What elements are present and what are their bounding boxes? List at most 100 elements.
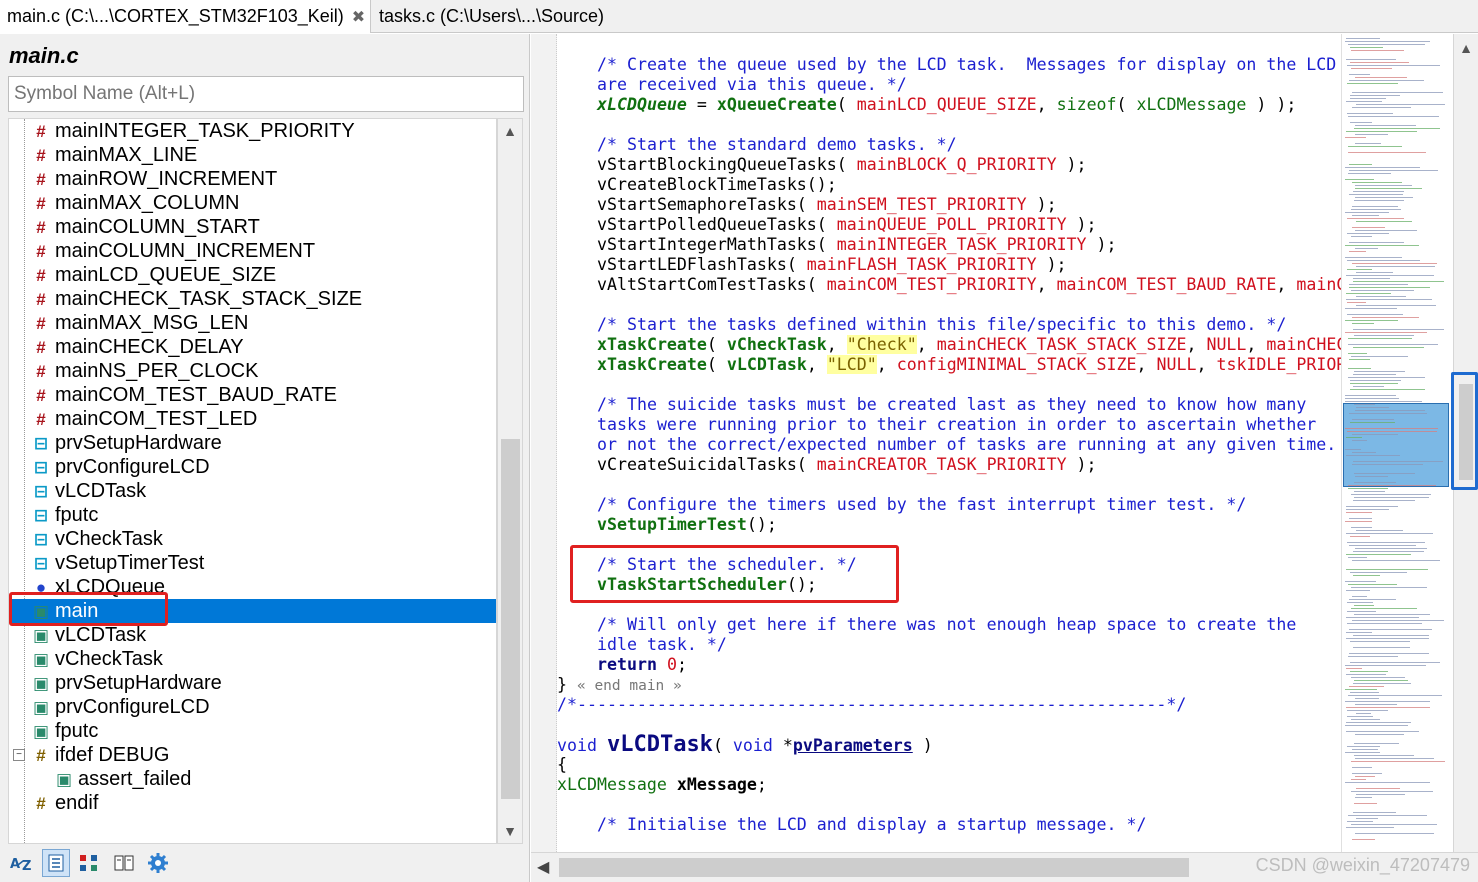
symbol-item[interactable]: ⊟ vSetupTimerTest (9, 551, 496, 575)
scroll-down-icon[interactable]: ▼ (498, 823, 522, 839)
minimap-line (1353, 683, 1411, 685)
minimap-line (1351, 779, 1366, 781)
define-icon: # (36, 409, 46, 429)
code-line[interactable]: /* Create the queue used by the LCD task… (597, 55, 1336, 75)
code-editor[interactable]: /* Create the queue used by the LCD task… (557, 34, 1341, 852)
symbol-item[interactable]: ⊟ vLCDTask (9, 479, 496, 503)
symbol-search-input[interactable] (8, 76, 524, 112)
code-token: mainCREATOR_TASK_PRIORITY (816, 455, 1067, 474)
code-token: ); (1066, 215, 1097, 234)
code-token: vStartPolledQueueTasks( (597, 215, 837, 234)
code-line[interactable]: xLCDQueue = xQueueCreate( mainLCD_QUEUE_… (597, 95, 1296, 115)
symbol-item[interactable]: ⊟ fputc (9, 503, 496, 527)
collapse-icon[interactable]: − (13, 749, 25, 761)
code-line[interactable]: vCreateBlockTimeTasks(); (597, 175, 837, 195)
code-line[interactable]: /* Start the tasks defined within this f… (597, 315, 1286, 335)
scroll-left-icon[interactable]: ◀ (537, 857, 549, 877)
preprocessor-icon: # (36, 793, 46, 813)
scroll-up-icon[interactable]: ▲ (498, 123, 522, 139)
symbol-item[interactable]: # mainCHECK_DELAY (9, 335, 496, 359)
symbol-item[interactable]: ▣ vLCDTask (9, 623, 496, 647)
symbol-item[interactable]: ▣ vCheckTask (9, 647, 496, 671)
code-line[interactable]: /*--------------------------------------… (557, 695, 1186, 715)
minimap-viewport[interactable] (1343, 403, 1449, 487)
symbol-item[interactable]: # mainLCD_QUEUE_SIZE (9, 263, 496, 287)
code-line[interactable]: /* Initialise the LCD and display a star… (597, 815, 1146, 835)
code-line[interactable]: xTaskCreate( vCheckTask, "Check", mainCH… (597, 335, 1341, 355)
symbol-item[interactable]: ⊟ vCheckTask (9, 527, 496, 551)
symbol-item[interactable]: ▣ fputc (9, 719, 496, 743)
code-line[interactable]: /* Will only get here if there was not e… (597, 615, 1296, 635)
code-line[interactable]: vCreateSuicidalTasks( mainCREATOR_TASK_P… (597, 455, 1097, 475)
code-token: , (826, 335, 847, 354)
category-view-icon[interactable] (76, 849, 104, 877)
scrollbar-thumb[interactable] (501, 439, 520, 799)
minimap-line (1351, 719, 1380, 721)
symbol-item[interactable]: # mainMAX_LINE (9, 143, 496, 167)
code-line[interactable]: vStartLEDFlashTasks( mainFLASH_TASK_PRIO… (597, 255, 1067, 275)
scroll-up-icon[interactable]: ▲ (1454, 40, 1478, 56)
minimap-line (1349, 242, 1404, 244)
code-token: xLCDQueue (597, 95, 687, 114)
code-line[interactable]: return 0; (597, 655, 687, 675)
code-line[interactable]: { (557, 755, 567, 775)
minimap-line (1353, 551, 1424, 553)
tab-main-c[interactable]: main.c (C:\...\CORTEX_STM32F103_Keil) ✖ (0, 0, 371, 33)
symbol-item[interactable]: # mainCOM_TEST_LED (9, 407, 496, 431)
minimap-line (1352, 464, 1423, 466)
symbol-item[interactable]: # mainCOLUMN_INCREMENT (9, 239, 496, 263)
code-line[interactable]: vStartPolledQueueTasks( mainQUEUE_POLL_P… (597, 215, 1097, 235)
minimap-line (1354, 803, 1377, 805)
minimap-line (1349, 629, 1432, 631)
symbol-item[interactable]: ▣ prvSetupHardware (9, 671, 496, 695)
code-line[interactable]: /* Configure the timers used by the fast… (597, 495, 1246, 515)
symbol-tree-vertical-scrollbar[interactable]: ▲ ▼ (497, 118, 523, 844)
symbol-item[interactable]: # mainCHECK_TASK_STACK_SIZE (9, 287, 496, 311)
code-line[interactable]: vStartSemaphoreTasks( mainSEM_TEST_PRIOR… (597, 195, 1057, 215)
symbol-item[interactable]: # mainMAX_COLUMN (9, 191, 496, 215)
minimap-line (1346, 437, 1362, 439)
symbol-item[interactable]: # mainMAX_MSG_LEN (9, 311, 496, 335)
symbol-item[interactable]: # mainNS_PER_CLOCK (9, 359, 496, 383)
code-line[interactable]: vStartIntegerMathTasks( mainINTEGER_TASK… (597, 235, 1117, 255)
code-line[interactable]: idle task. */ (597, 635, 727, 655)
code-token: /* Start the tasks defined within this f… (597, 315, 1287, 334)
close-icon[interactable]: ✖ (352, 7, 365, 27)
gear-icon[interactable] (144, 849, 172, 877)
code-token: vCheckTask (726, 335, 827, 354)
scrollbar-thumb[interactable] (559, 858, 1189, 877)
code-line[interactable]: xTaskCreate( vLCDTask, "LCD", configMINI… (597, 355, 1341, 375)
code-line[interactable]: vAltStartComTestTasks( mainCOM_TEST_PRIO… (597, 275, 1341, 295)
symbol-item[interactable]: # mainROW_INCREMENT (9, 167, 496, 191)
minimap-line (1351, 791, 1433, 793)
symbol-item[interactable]: # mainINTEGER_TASK_PRIORITY (9, 119, 496, 143)
code-minimap[interactable] (1341, 34, 1453, 852)
code-line[interactable]: are received via this queue. */ (597, 75, 907, 95)
editor-horizontal-scrollbar[interactable]: ◀ CSDN @weixin_47207479 (531, 852, 1478, 882)
code-line[interactable]: } « end main » (557, 675, 682, 695)
symbol-item[interactable]: ▣ assert_failed (9, 767, 496, 791)
code-line[interactable]: vStartBlockingQueueTasks( mainBLOCK_Q_PR… (597, 155, 1087, 175)
code-token: "LCD" (826, 355, 877, 374)
sort-az-icon[interactable]: AZ (8, 849, 36, 877)
symbol-item[interactable]: # mainCOM_TEST_BAUD_RATE (9, 383, 496, 407)
code-line[interactable]: void vLCDTask( void *pvParameters ) (557, 734, 933, 756)
minimap-line (1353, 278, 1390, 280)
code-line[interactable]: or not the correct/expected number of ta… (597, 435, 1336, 455)
code-line[interactable]: tasks were running prior to their creati… (597, 415, 1316, 435)
code-line[interactable]: xLCDMessage xMessage; (557, 775, 767, 795)
code-line[interactable]: /* Start the standard demo tasks. */ (597, 135, 957, 155)
editor-vertical-scrollbar[interactable]: ▲ (1451, 34, 1478, 852)
symbol-item[interactable]: # mainCOLUMN_START (9, 215, 496, 239)
symbol-item[interactable]: − # ifdef DEBUG (9, 743, 496, 767)
symbol-item[interactable]: # endif (9, 791, 496, 815)
tab-tasks-c[interactable]: tasks.c (C:\Users\...\Source) (372, 0, 632, 33)
code-line[interactable]: vSetupTimerTest(); (597, 515, 777, 535)
minimap-line (1349, 518, 1372, 520)
symbol-item[interactable]: ▣ prvConfigureLCD (9, 695, 496, 719)
code-line[interactable]: /* The suicide tasks must be created las… (597, 395, 1306, 415)
symbol-item[interactable]: ⊟ prvConfigureLCD (9, 455, 496, 479)
book-icon[interactable] (110, 849, 138, 877)
symbol-item[interactable]: ⊟ prvSetupHardware (9, 431, 496, 455)
list-view-icon[interactable] (42, 849, 70, 877)
